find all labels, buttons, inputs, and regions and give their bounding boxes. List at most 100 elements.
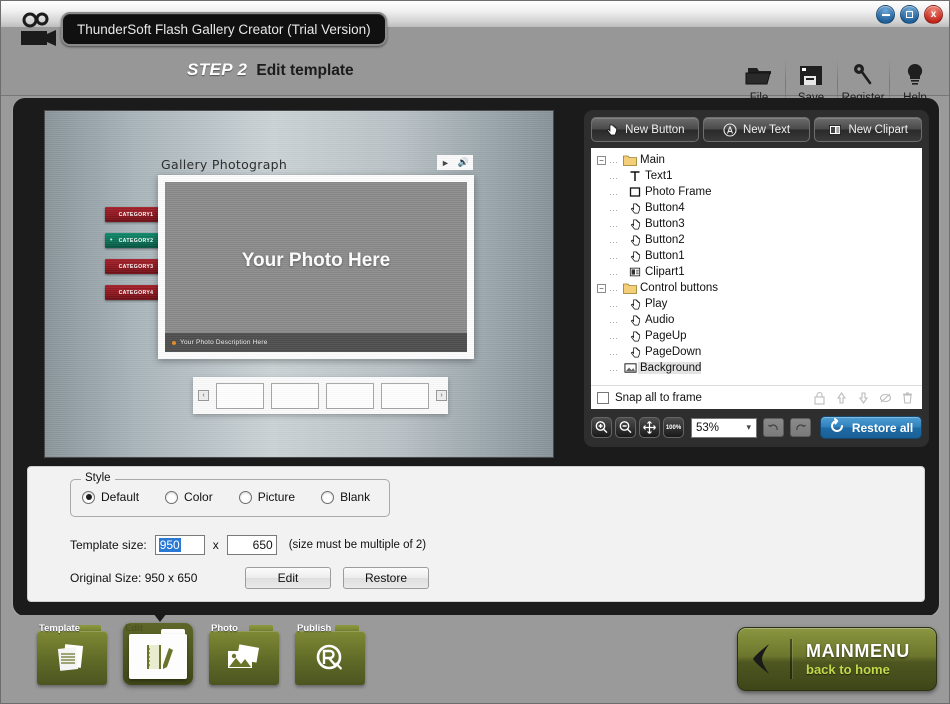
- restore-all-label: Restore all: [851, 420, 914, 435]
- style-settings-panel: Style Default Color Picture Blank Templa…: [27, 466, 925, 602]
- arrow-up-icon[interactable]: [833, 389, 850, 406]
- restore-button[interactable]: Restore: [343, 567, 429, 589]
- merge-icon[interactable]: [877, 389, 894, 406]
- template-preview-canvas[interactable]: Gallery Photograph ► 🔊 CATEGORY1 CATEGOR…: [44, 110, 554, 458]
- original-size-label: Original Size: 950 x 650: [70, 571, 198, 585]
- clipart-icon: [627, 266, 643, 278]
- tree-item-clipart1[interactable]: … Clipart1: [597, 264, 922, 280]
- tree-item-text1[interactable]: … Text1: [597, 168, 922, 184]
- radio-icon: [82, 490, 95, 504]
- new-button-button[interactable]: New Button: [591, 117, 699, 142]
- tree-connector: …: [609, 347, 619, 357]
- tree-item-pagedown[interactable]: … PageDown: [597, 344, 922, 360]
- tree-toggle-icon[interactable]: −: [597, 155, 606, 165]
- restore-all-button[interactable]: Restore all: [820, 416, 922, 439]
- align-toolbar: [811, 389, 916, 406]
- tree-item-photo-frame[interactable]: … Photo Frame: [597, 184, 922, 200]
- style-option-picture[interactable]: Picture: [238, 490, 295, 504]
- close-button[interactable]: x: [924, 5, 943, 24]
- tree-connector: …: [609, 315, 619, 325]
- object-tree[interactable]: −… Main… Text1… Photo Frame… Button4… Button3…: [591, 148, 922, 385]
- tree-connector: …: [609, 187, 619, 197]
- tree-item-label: PageDown: [645, 346, 702, 358]
- step-edit[interactable]: Edit: [123, 623, 193, 685]
- photo-frame[interactable]: Your Photo Here Your Photo Description H…: [158, 175, 474, 359]
- thumbnail-item[interactable]: [271, 382, 319, 409]
- step-title: Edit template: [256, 62, 354, 79]
- image-icon: [622, 362, 638, 374]
- tree-toggle-icon[interactable]: −: [597, 283, 606, 293]
- thumb-next-button[interactable]: ›: [436, 390, 447, 401]
- zoom-100-button[interactable]: 100%: [663, 417, 684, 438]
- snap-all-to-frame-checkbox[interactable]: [597, 391, 609, 404]
- documents-icon: [37, 631, 107, 685]
- style-option-label: Blank: [340, 490, 371, 504]
- arrow-down-icon[interactable]: [855, 389, 872, 406]
- thumbnail-item[interactable]: [381, 382, 429, 409]
- thumbnail-item[interactable]: [326, 382, 374, 409]
- mainmenu-button[interactable]: MAINMENU back to home: [737, 627, 937, 691]
- tree-item-button4[interactable]: … Button4: [597, 200, 922, 216]
- minimize-button[interactable]: [876, 5, 895, 24]
- step-template[interactable]: Template: [37, 623, 107, 685]
- new-text-label: New Text: [742, 123, 791, 136]
- tree-item-pageup[interactable]: … PageUp: [597, 328, 922, 344]
- hand-pointer-icon: [627, 250, 643, 263]
- template-height-input[interactable]: 650: [226, 535, 277, 555]
- step-photo[interactable]: Photo: [209, 623, 279, 685]
- original-size-row: Original Size: 950 x 650 Edit Restore: [70, 567, 441, 589]
- thumb-prev-button[interactable]: ‹: [198, 390, 209, 401]
- new-clipart-button[interactable]: New Clipart: [814, 117, 923, 142]
- snap-row: Snap all to frame: [591, 385, 922, 409]
- tree-item-control-buttons[interactable]: −… Control buttons: [597, 280, 922, 296]
- preview-stage[interactable]: Gallery Photograph ► 🔊 CATEGORY1 CATEGOR…: [45, 111, 553, 457]
- tree-item-button2[interactable]: … Button2: [597, 232, 922, 248]
- thumbnail-strip[interactable]: ‹ ›: [193, 377, 448, 414]
- window-controls: x: [876, 5, 943, 24]
- template-width-input[interactable]: 950: [154, 535, 205, 555]
- hand-pointer-icon: [627, 330, 643, 343]
- style-option-blank[interactable]: Blank: [321, 490, 370, 504]
- tree-item-label: Clipart1: [645, 266, 685, 278]
- hand-pointer-icon: [627, 218, 643, 231]
- step-label: Edit: [125, 623, 143, 634]
- undo-icon[interactable]: [763, 418, 784, 437]
- move-fit-icon[interactable]: [639, 417, 660, 438]
- tree-item-audio[interactable]: … Audio: [597, 312, 922, 328]
- thumbnail-item[interactable]: [216, 382, 264, 409]
- template-width-value: 950: [158, 538, 181, 552]
- zoom-level-select[interactable]: 53% ▾: [691, 417, 757, 438]
- tree-item-button3[interactable]: … Button3: [597, 216, 922, 232]
- zoom-out-icon[interactable]: [615, 417, 636, 438]
- media-controls[interactable]: ► 🔊: [437, 155, 473, 170]
- maximize-button[interactable]: [900, 5, 919, 24]
- key-icon: [850, 57, 876, 93]
- zoom-in-icon[interactable]: [591, 417, 612, 438]
- speaker-icon[interactable]: 🔊: [458, 157, 469, 168]
- tree-item-background[interactable]: … Background: [597, 360, 922, 376]
- style-option-color[interactable]: Color: [165, 490, 213, 504]
- lock-icon[interactable]: [811, 389, 828, 406]
- step-number: STEP 2: [187, 60, 248, 79]
- tree-item-play[interactable]: … Play: [597, 296, 922, 312]
- tree-connector: …: [609, 267, 619, 277]
- style-option-label: Default: [101, 490, 140, 504]
- tree-item-main[interactable]: −… Main: [597, 152, 922, 168]
- redo-icon[interactable]: [790, 418, 811, 437]
- style-legend: Style: [81, 472, 115, 484]
- main-panel: Gallery Photograph ► 🔊 CATEGORY1 CATEGOR…: [13, 98, 939, 616]
- tree-item-button1[interactable]: … Button1: [597, 248, 922, 264]
- new-text-button[interactable]: New Text: [702, 117, 811, 142]
- photo-placeholder-area[interactable]: Your Photo Here Your Photo Description H…: [165, 182, 467, 352]
- style-option-default[interactable]: Default: [82, 490, 139, 504]
- mainmenu-title: MAINMENU: [806, 641, 910, 661]
- header-bar: ThunderSoft Flash Gallery Creator (Trial…: [1, 12, 949, 111]
- size-hint: (size must be multiple of 2): [288, 539, 427, 551]
- play-icon[interactable]: ►: [441, 158, 450, 168]
- folder-icon: [622, 154, 638, 166]
- trash-icon[interactable]: [899, 389, 916, 406]
- gallery-title-text[interactable]: Gallery Photograph: [161, 157, 287, 172]
- photo-description-bar[interactable]: Your Photo Description Here: [165, 333, 467, 352]
- edit-button[interactable]: Edit: [245, 567, 331, 589]
- step-publish[interactable]: Publish: [295, 623, 365, 685]
